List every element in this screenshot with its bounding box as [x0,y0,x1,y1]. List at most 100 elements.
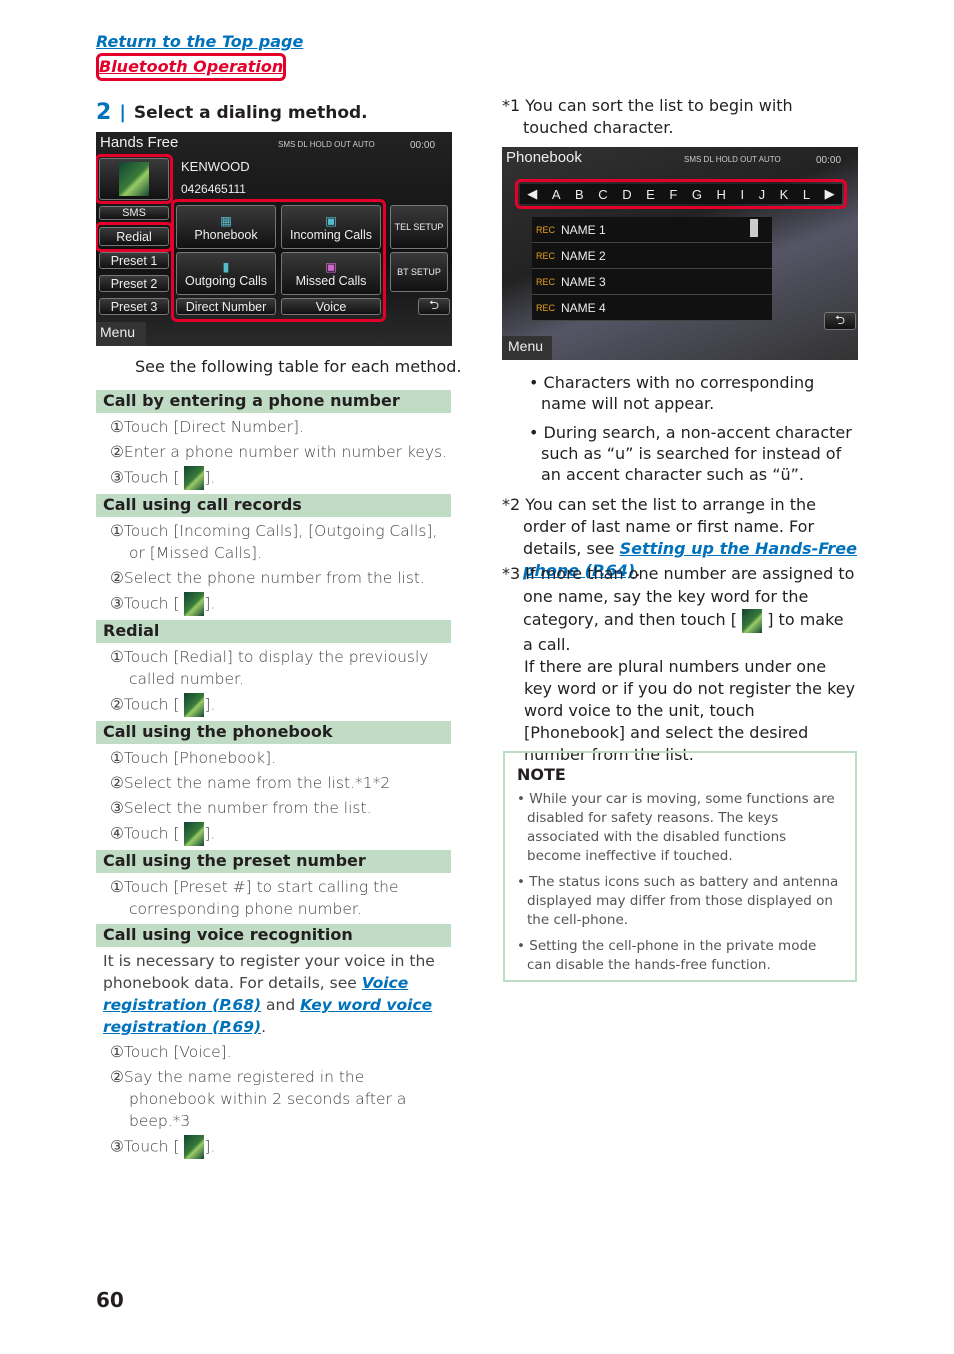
step-text: Select the number from the list. [123,799,372,817]
step-item: ①Touch [Incoming Calls], [Outgoing Calls… [103,520,451,564]
section: Call using the phonebook ①Touch [Phoneboo… [96,721,451,846]
note-text: While your car is moving, some functions… [527,791,835,864]
step-title: Select a dialing method. [133,102,368,123]
note-text: Setting the cell-phone in the private mo… [527,938,817,973]
step-text: Touch [ [123,824,180,843]
status-icons: SMS DL HOLD OUT AUTO [278,140,375,149]
step-item: ①Touch [Direct Number]. [103,416,451,438]
step-text: Touch [Preset #] to start calling the co… [123,878,399,918]
scrollbar[interactable] [750,219,758,237]
step-number: ③ [110,1137,124,1156]
back-button[interactable]: ⮌ [824,312,856,330]
step-number: ① [110,648,124,666]
contact-name: NAME 2 [561,248,606,263]
screen-title: Hands Free [100,134,179,151]
step-item: ③Select the number from the list. [103,797,451,819]
bullet: • During search, a non-accent character … [529,423,852,484]
step-item: ③Touch [ ]. [103,592,451,616]
step-text: ]. [204,824,216,843]
back-button[interactable]: ⮌ [418,298,450,315]
step-text: Say the name registered in the phonebook… [123,1068,407,1130]
footnote-3: *3 If more than one number are assigned … [502,562,858,766]
dialing-methods-table: Call by entering a phone number ①Touch [D… [96,390,451,1163]
step-heading: 2 | Select a dialing method. [96,100,368,125]
step-text: Touch [ [123,594,180,613]
bluetooth-operation-link[interactable]: Bluetooth Operation [96,53,287,81]
name-row[interactable]: REC NAME 1 [532,217,772,243]
step-item: ④Touch [ ]. [103,822,451,846]
step-item: ①Touch [Phonebook]. [103,747,451,769]
note-box: NOTE • While your car is moving, some fu… [503,751,857,982]
step-item: ①Touch [Voice]. [103,1041,451,1063]
section-header: Call by entering a phone number [96,390,451,413]
step-number: ① [110,878,124,896]
step-text: ]. [204,695,216,714]
rec-icon: REC [536,224,556,235]
intro-text: and [261,996,301,1014]
top-links: Return to the Top page Bluetooth Operati… [96,31,303,81]
tel-setup-button[interactable]: TEL SETUP [390,205,448,249]
section-header: Redial [96,620,451,643]
note-text: The status icons such as battery and ant… [527,874,839,928]
step-number: ④ [110,824,124,843]
step-number: ① [110,749,124,767]
section: Call using voice recognition It is necess… [96,924,451,1159]
note-title: NOTE [517,765,566,784]
section: Call using the preset number ①Touch [Pres… [96,850,451,920]
phone-icon [184,1135,205,1159]
highlight [515,179,847,209]
bullet-text: Characters with no corresponding name wi… [541,373,815,413]
hands-free-screen: Hands Free SMS DL HOLD OUT AUTO 00:00 KE… [96,132,452,346]
step-number: ③ [110,594,124,613]
clock: 00:00 [410,140,436,151]
step-item: ②Select the name from the list.*1*2 [103,772,451,794]
contact-number: 0426465111 [181,182,246,196]
preset-3-button[interactable]: Preset 3 [99,298,169,315]
section-intro: It is necessary to register your voice i… [103,950,451,1038]
step-number: 2 [96,100,112,125]
step-text: Touch [Voice]. [123,1043,232,1061]
clock: 00:00 [816,155,842,166]
step-text: Touch [ [123,1137,180,1156]
back-icon: ⮌ [834,312,845,327]
name-row[interactable]: REC NAME 4 [532,295,772,321]
step-item: ①Touch [Preset #] to start calling the c… [103,876,451,920]
step-item: ②Select the phone number from the list. [103,567,451,589]
return-top-link[interactable]: Return to the Top page [96,32,303,51]
step-text: Enter a phone number with number keys. [123,443,448,461]
menu-button[interactable]: Menu [502,336,552,360]
preset-2-button[interactable]: Preset 2 [99,275,169,292]
step-number: ② [110,1068,124,1086]
highlight [96,154,173,204]
section: Call by entering a phone number ①Touch [D… [96,390,451,490]
bt-setup-button[interactable]: BT SETUP [390,252,448,292]
menu-button[interactable]: Menu [96,322,146,346]
phone-icon [184,693,205,717]
step-text: ]. [204,468,216,487]
step-number: ① [110,418,124,436]
screen-title: Phonebook [506,149,582,166]
step-item: ③Touch [ ]. [103,466,451,490]
step-text: Select the phone number from the list. [123,569,425,587]
name-list: REC NAME 1 REC NAME 2 REC NAME 3 REC NAME 4 [532,217,772,321]
bullet-text: During search, a non-accent character su… [541,423,852,484]
preset-1-button[interactable]: Preset 1 [99,252,169,269]
step-text: Touch [ [123,695,180,714]
name-row[interactable]: REC NAME 2 [532,243,772,269]
note-item: • The status icons such as battery and a… [517,874,839,928]
step-number: ① [110,1043,124,1061]
step-item: ②Touch [ ]. [103,693,451,717]
step-text: Select the name from the list.*1*2 [123,774,391,792]
rec-icon: REC [536,276,556,287]
section: Redial ①Touch [Redial] to display the pre… [96,620,451,717]
note-item: • While your car is moving, some functio… [517,791,835,864]
sms-button[interactable]: SMS [99,206,169,220]
caption: See the following table for each method. [135,357,462,376]
name-row[interactable]: REC NAME 3 [532,269,772,295]
step-item: ②Enter a phone number with number keys. [103,441,451,463]
step-text: Touch [Incoming Calls], [Outgoing Calls]… [123,522,438,562]
section: Call using call records ①Touch [Incoming … [96,494,451,616]
section-header: Call using the phonebook [96,721,451,744]
section-header: Call using voice recognition [96,924,451,947]
divider: | [119,102,126,123]
